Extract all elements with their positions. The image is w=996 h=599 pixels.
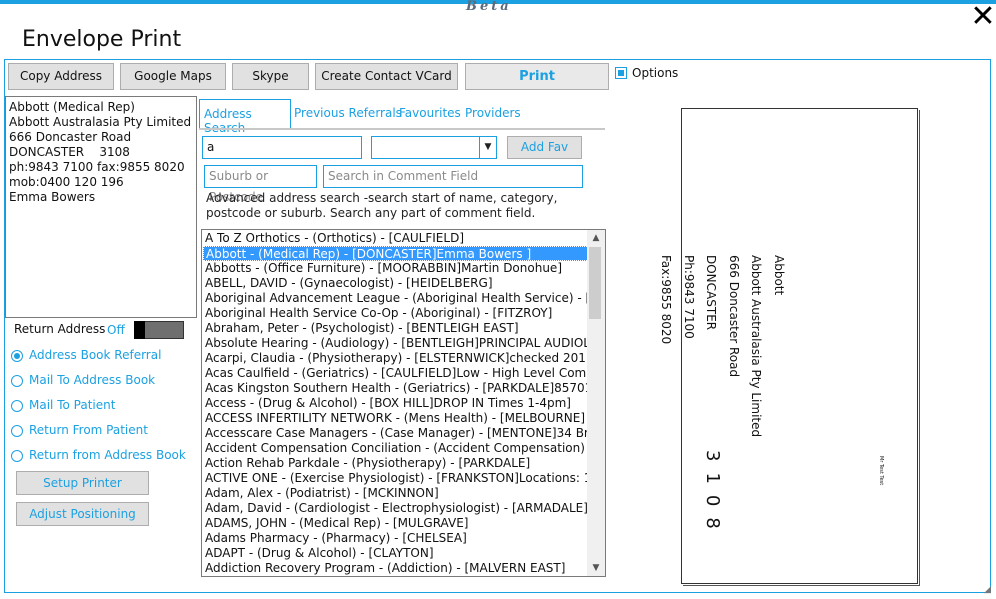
list-item[interactable]: Aboriginal Advancement League - (Aborigi… [203, 291, 589, 306]
envelope-line: Fax:9855 8020 [659, 255, 674, 345]
envelope-line: Abbott [772, 255, 786, 296]
list-item[interactable]: ADAPT - (Drug & Alcohol) - [CLAYTON] [203, 546, 589, 561]
list-item[interactable]: ACTIVE ONE - (Exercise Physiologist) - [… [203, 471, 589, 486]
comment-search-input[interactable]: Search in Comment Field [323, 165, 583, 188]
list-item[interactable]: Absolute Hearing - (Audiology) - [BENTLE… [203, 336, 589, 351]
envelope-line: DONCASTER [704, 255, 719, 331]
resize-grip-icon[interactable]: ◢ [984, 585, 994, 595]
options-checkbox[interactable] [615, 67, 627, 79]
category-select[interactable]: ▼ [371, 136, 497, 159]
radio-label[interactable]: Return from Address Book [29, 448, 186, 462]
list-item[interactable]: ABELL, DAVID - (Gynaecologist) - [HEIDEL… [203, 276, 589, 291]
chevron-down-icon[interactable]: ▼ [479, 137, 496, 158]
address-line: Emma Bowers [9, 190, 96, 204]
search-input[interactable]: a [202, 136, 362, 159]
radio-address-book-referral[interactable] [11, 350, 23, 362]
list-item[interactable]: A To Z Orthotics - (Orthotics) - [CAULFI… [203, 231, 589, 246]
envelope-postcode: 3108 [702, 450, 723, 540]
copy-address-button[interactable]: Copy Address [8, 63, 114, 90]
list-item[interactable]: Aboriginal Health Service Co-Op - (Abori… [203, 306, 589, 321]
address-line: mob:0400 120 196 [9, 175, 124, 189]
list-item[interactable]: Acas Kingston Southern Health - (Geriatr… [203, 381, 589, 396]
radio-mail-to-patient[interactable] [11, 400, 23, 412]
list-item[interactable]: ACCESS INFERTILITY NETWORK - (Mens Healt… [203, 411, 589, 426]
tab-address-search[interactable]: Address Search [199, 99, 291, 135]
list-item[interactable]: ADAMS, JOHN - (Medical Rep) - [MULGRAVE] [203, 516, 589, 531]
list-item[interactable]: Adam, David - (Cardiologist - Electrophy… [203, 501, 589, 516]
list-item[interactable]: Abbott - (Medical Rep) - [DONCASTER]Emma… [203, 246, 589, 261]
list-item[interactable]: Adams Pharmacy - (Pharmacy) - [CHELSEA] [203, 531, 589, 546]
suburb-postcode-input[interactable]: Suburb or Postcode [204, 165, 317, 204]
scroll-thumb[interactable] [589, 247, 601, 319]
search-help-text: Advanced address search -search start of… [206, 191, 558, 220]
add-fav-button[interactable]: Add Fav [507, 136, 582, 159]
list-item[interactable]: Abbotts - (Office Furniture) - [MOORABBI… [203, 261, 589, 276]
close-icon[interactable]: ✕ [968, 2, 996, 32]
radio-mail-to-address-book[interactable] [11, 375, 23, 387]
tab-previous-referrals[interactable]: Previous Referrals [294, 106, 402, 120]
return-address-state: Off [107, 323, 125, 337]
print-button[interactable]: Print [465, 63, 609, 90]
envelope-line: 666 Doncaster Road [727, 255, 741, 378]
envelope-return-mark: Mr Test Test [878, 456, 884, 486]
beta-label: Beta [466, 0, 512, 14]
address-line: 666 Doncaster Road [9, 130, 132, 144]
adjust-positioning-button[interactable]: Adjust Positioning [16, 502, 149, 526]
address-line: Abbott (Medical Rep) [9, 100, 135, 114]
tab-divider [199, 128, 605, 130]
return-address-label: Return Address [14, 322, 106, 336]
setup-printer-button[interactable]: Setup Printer [16, 471, 149, 495]
radio-label[interactable]: Mail To Patient [29, 398, 115, 412]
address-line: Abbott Australasia Pty Limited [9, 115, 192, 129]
toggle-knob[interactable] [134, 321, 145, 339]
list-item[interactable]: Accident Compensation Conciliation - (Ac… [203, 441, 589, 456]
radio-return-from-address-book[interactable] [11, 450, 23, 462]
envelope-line: Ph:9843 7100 [682, 255, 696, 339]
results-scrollbar[interactable]: ▲ ▼ [587, 230, 605, 576]
radio-label[interactable]: Address Book Referral [29, 348, 161, 362]
results-list[interactable]: A To Z Orthotics - (Orthotics) - [CAULFI… [201, 229, 606, 577]
list-item[interactable]: Action Rehab Parkdale - (Physiotherapy) … [203, 456, 589, 471]
skype-button[interactable]: Skype [232, 63, 309, 90]
list-item[interactable]: Access - (Drug & Alcohol) - [BOX HILL]DR… [203, 396, 589, 411]
envelope-line: Abbott Australasia Pty Limited [749, 255, 764, 438]
radio-label[interactable]: Mail To Address Book [29, 373, 155, 387]
radio-return-from-patient[interactable] [11, 425, 23, 437]
google-maps-button[interactable]: Google Maps [120, 63, 226, 90]
list-item[interactable]: Accesscare Case Managers - (Case Manager… [203, 426, 589, 441]
options-label[interactable]: Options [632, 66, 678, 80]
list-item[interactable]: Acarpi, Claudia - (Physiotherapy) - [ELS… [203, 351, 589, 366]
address-line: DONCASTER 3108 [9, 145, 130, 159]
scroll-down-icon[interactable]: ▼ [587, 560, 605, 576]
tab-favourites[interactable]: Favourites [399, 106, 461, 120]
tab-providers[interactable]: Providers [465, 106, 521, 120]
radio-label[interactable]: Return From Patient [29, 423, 148, 437]
page-title: Envelope Print [22, 27, 182, 52]
scroll-up-icon[interactable]: ▲ [587, 230, 605, 246]
list-item[interactable]: Adam, Alex - (Podiatrist) - [MCKINNON] [203, 486, 589, 501]
list-item[interactable]: Acas Caulfield - (Geriatrics) - [CAULFIE… [203, 366, 589, 381]
list-item[interactable]: Addiction Recovery Program - (Addiction)… [203, 561, 589, 576]
envelope-address: Abbott Abbott Australasia Pty Limited 66… [655, 255, 790, 437]
list-item[interactable]: Abraham, Peter - (Psychologist) - [BENTL… [203, 321, 589, 336]
selected-address-text[interactable]: Abbott (Medical Rep) Abbott Australasia … [5, 96, 197, 318]
create-vcard-button[interactable]: Create Contact VCard [315, 63, 458, 90]
address-line: ph:9843 7100 fax:9855 8020 [9, 160, 185, 174]
